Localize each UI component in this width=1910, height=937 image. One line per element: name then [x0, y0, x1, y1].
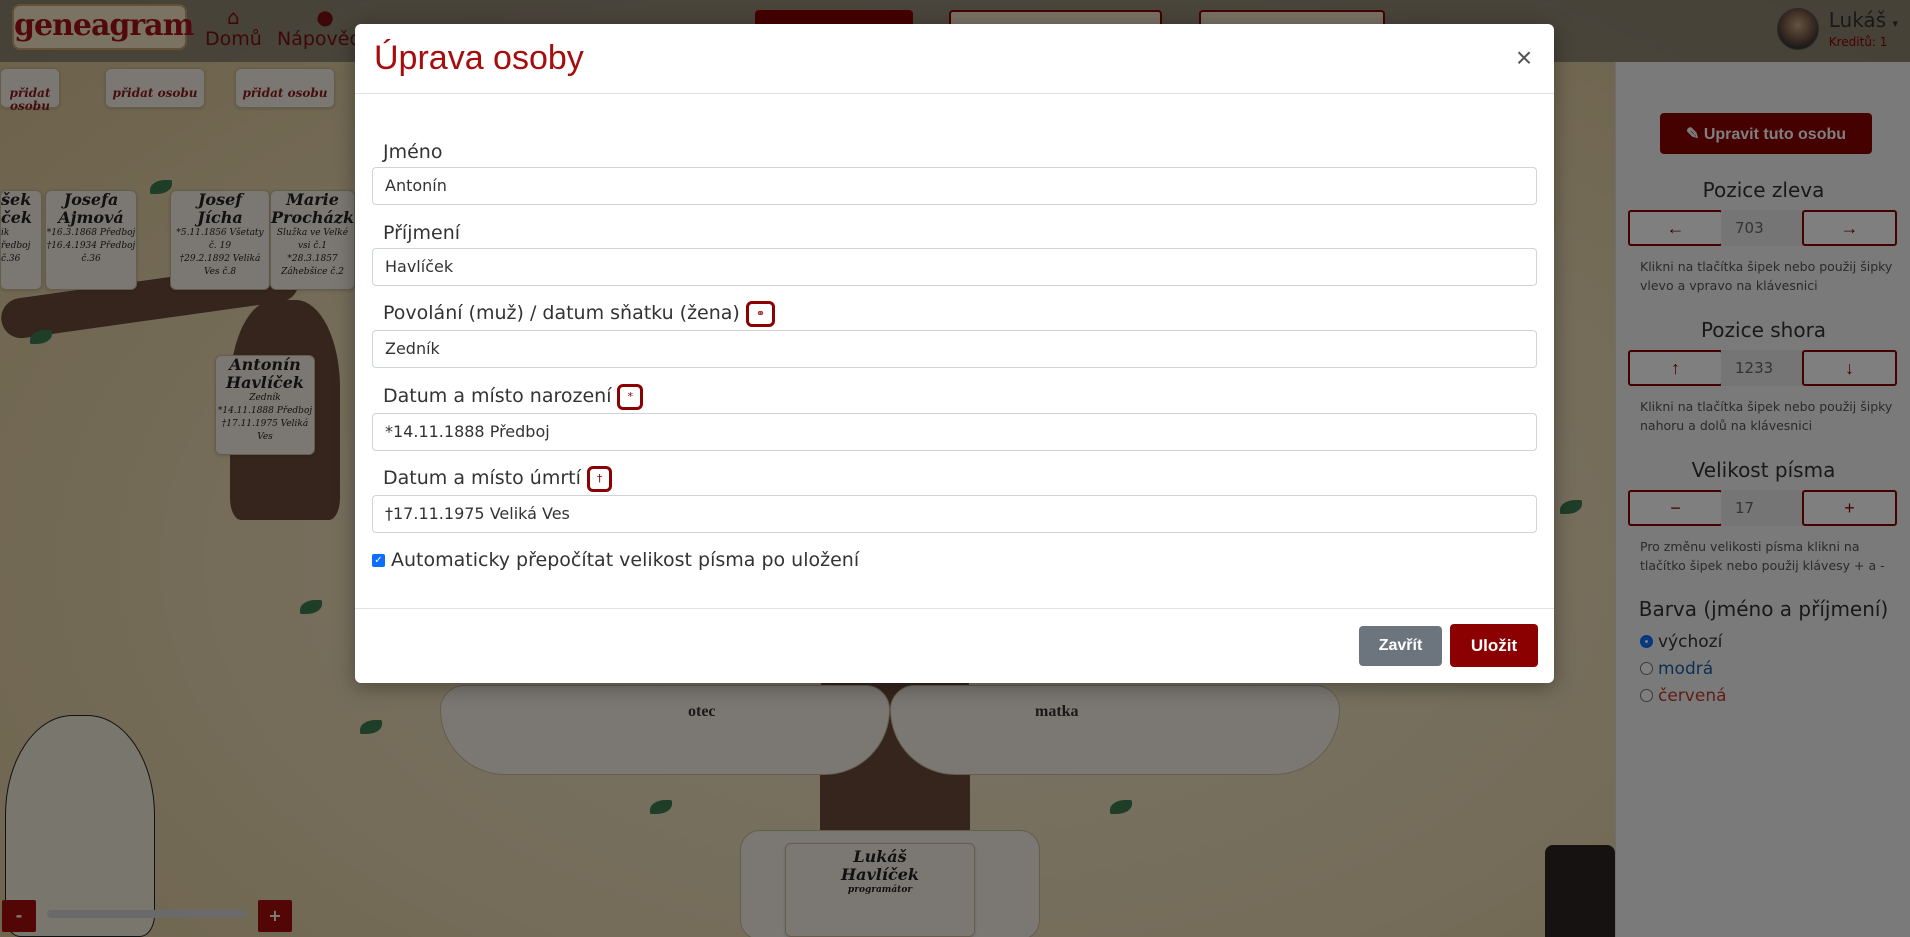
birth-field[interactable]: *14.11.1888 Předboj — [372, 413, 1537, 451]
death-field[interactable]: †17.11.1975 Veliká Ves — [372, 495, 1537, 533]
occupation-field[interactable]: Zedník — [372, 330, 1537, 368]
close-button[interactable]: Zavřít — [1359, 626, 1442, 666]
occupation-label: Povolání (muž) / datum sňatku (žena) ⚭ — [383, 301, 776, 327]
edit-person-modal: Úprava osoby × Jméno Antonín Příjmení Ha… — [355, 24, 1554, 683]
modal-header: Úprava osoby × — [355, 24, 1554, 94]
modal-title: Úprava osoby — [374, 39, 584, 77]
last-name-field[interactable]: Havlíček — [372, 248, 1537, 286]
first-name-field[interactable]: Antonín — [372, 167, 1537, 205]
last-name-label: Příjmení — [383, 222, 461, 244]
marriage-symbol-button[interactable]: ⚭ — [745, 301, 776, 327]
birth-label: Datum a místo narození * — [383, 384, 643, 410]
death-symbol-button[interactable]: † — [586, 466, 613, 492]
auto-resize-label: Automaticky přepočítat velikost písma po… — [391, 549, 860, 571]
auto-resize-option[interactable]: ✓ Automaticky přepočítat velikost písma … — [372, 549, 859, 571]
checkbox-checked-icon[interactable]: ✓ — [372, 553, 385, 567]
birth-symbol-button[interactable]: * — [617, 384, 643, 410]
save-button[interactable]: Uložit — [1450, 624, 1538, 667]
close-icon[interactable]: × — [1512, 44, 1536, 72]
first-name-label: Jméno — [383, 141, 443, 163]
death-label: Datum a místo úmrtí † — [383, 466, 613, 492]
